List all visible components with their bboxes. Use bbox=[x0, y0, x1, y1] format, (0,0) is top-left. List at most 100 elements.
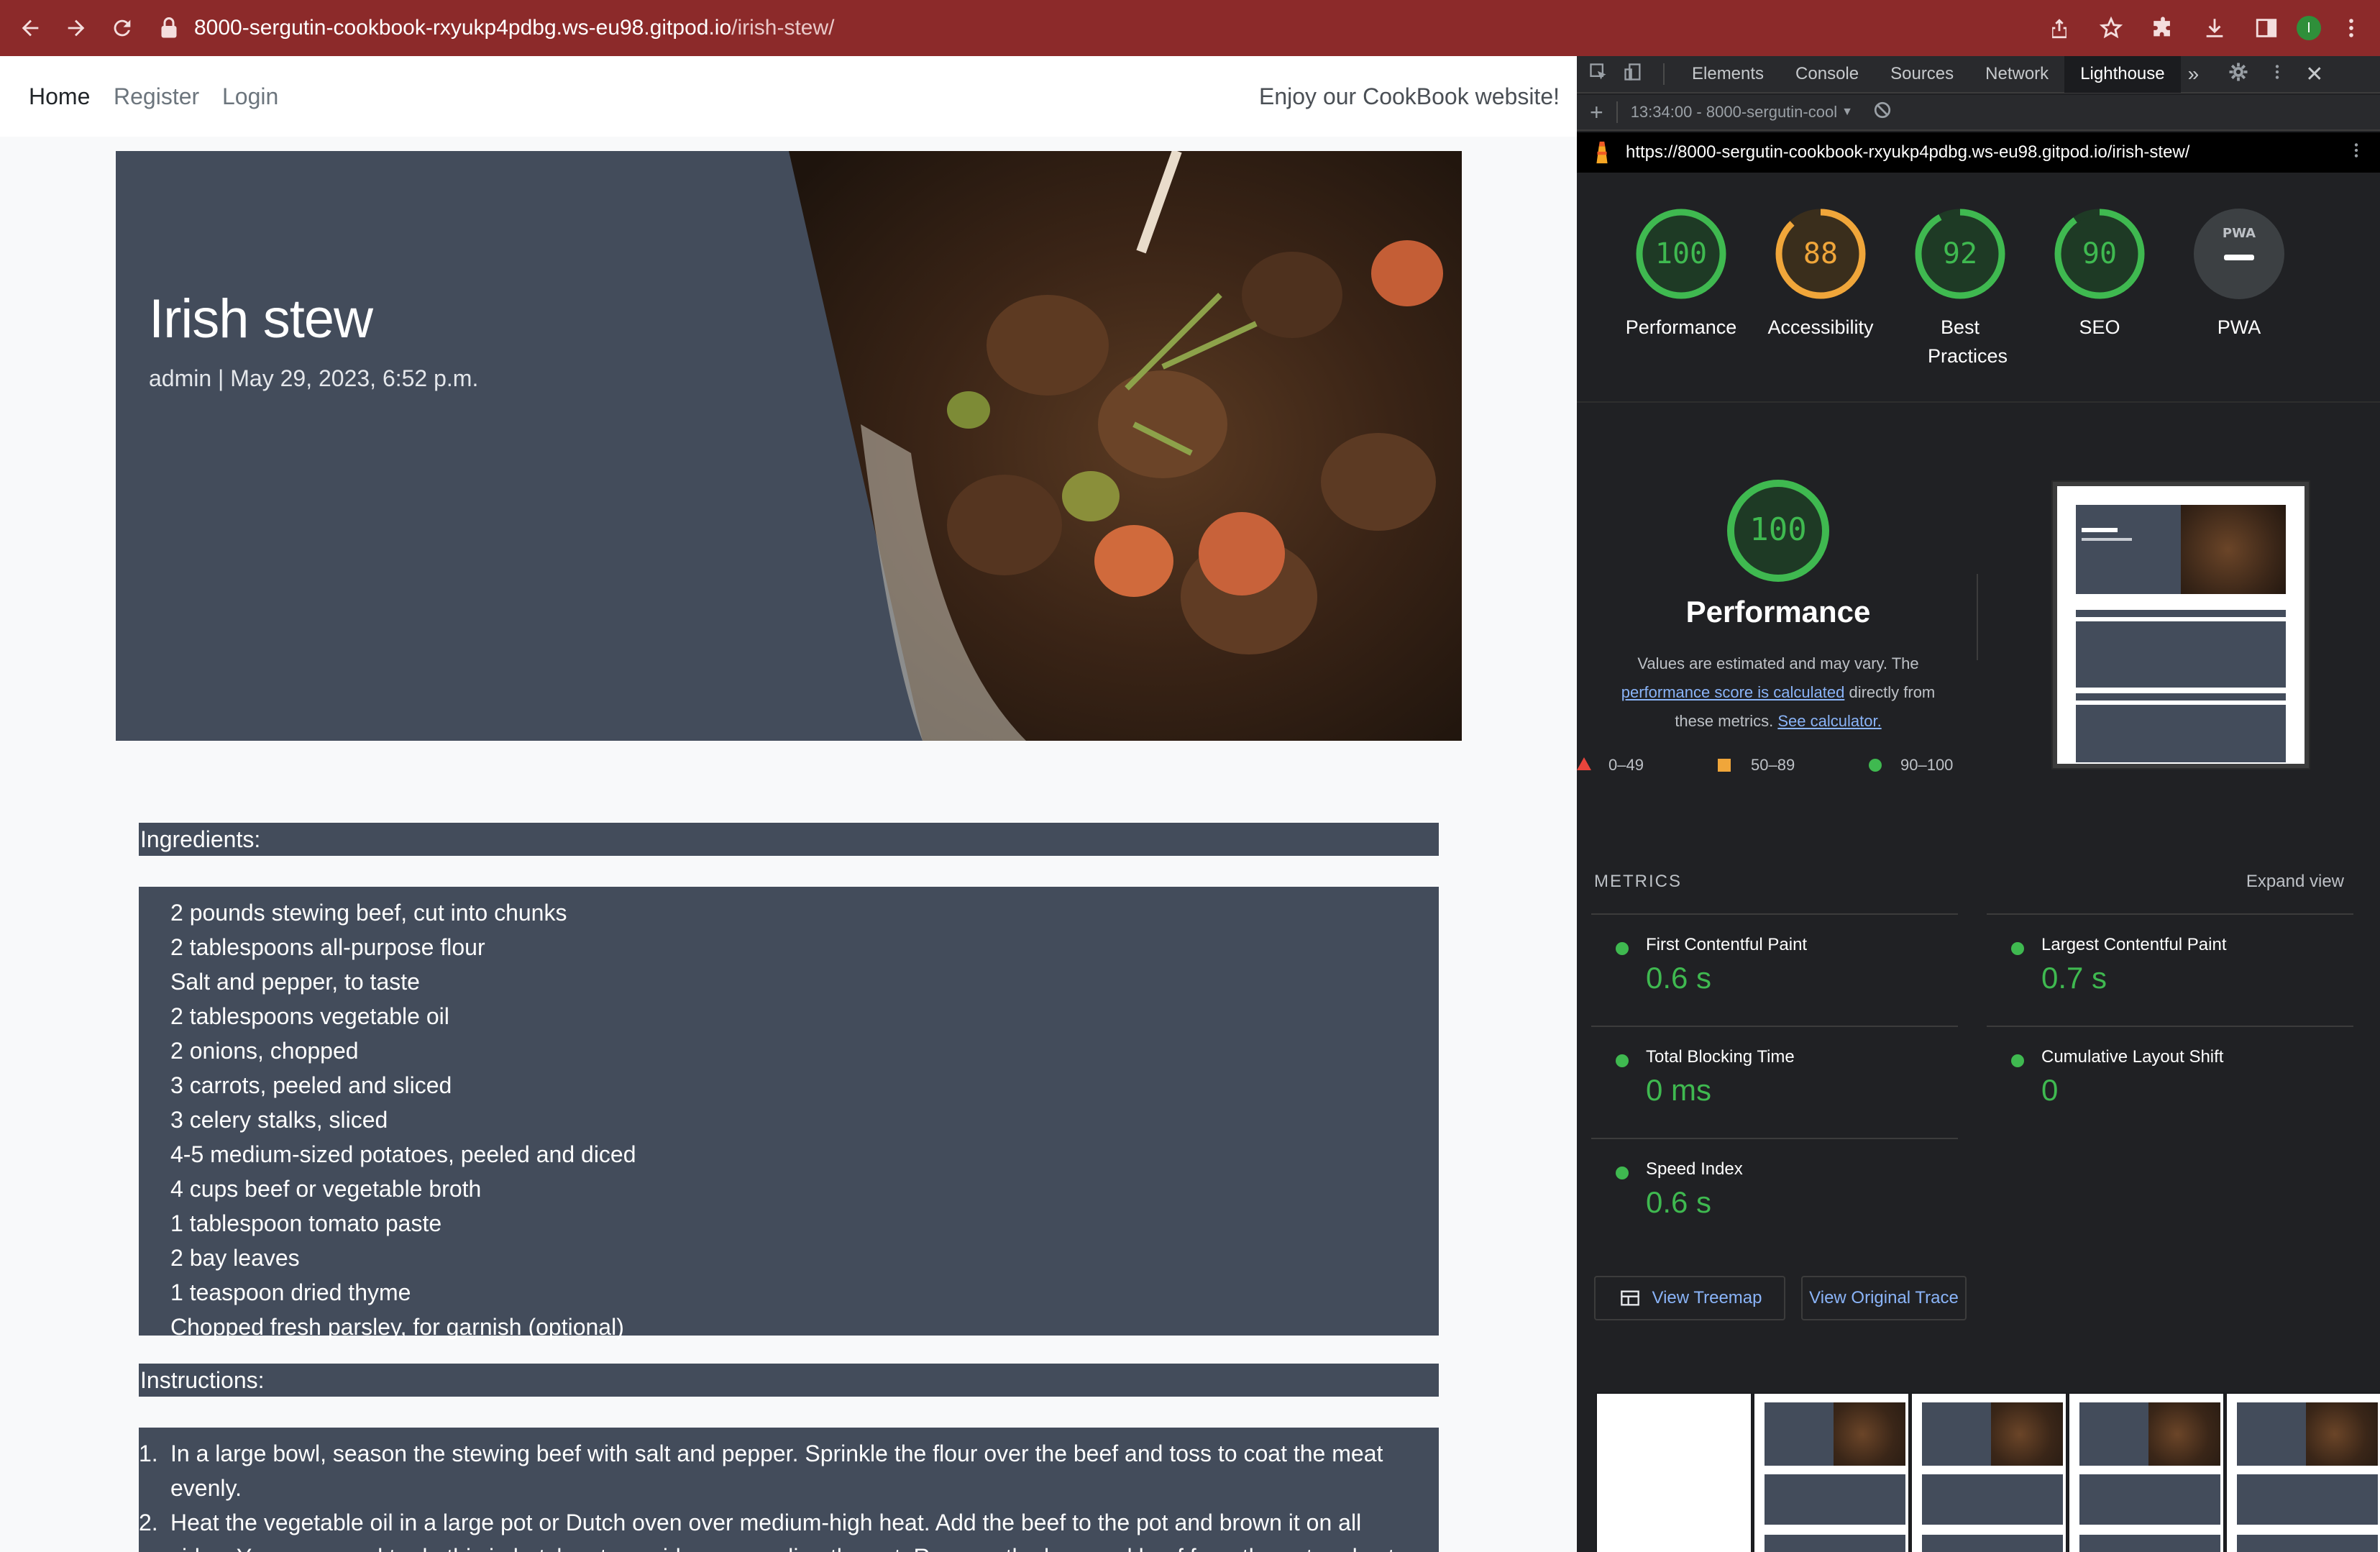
poor-triangle-icon bbox=[1577, 757, 1591, 770]
bookmark-star-icon[interactable] bbox=[2090, 6, 2133, 50]
url-host: 8000-sergutin-cookbook-rxyukp4pdbg.ws-eu… bbox=[194, 16, 732, 40]
step-text-cont: sides. You may need to do this in batche… bbox=[170, 1540, 1424, 1552]
legend-poor: 0–49 bbox=[1608, 756, 1644, 774]
side-panel-icon[interactable] bbox=[2245, 6, 2288, 50]
inspect-element-icon[interactable] bbox=[1588, 62, 1613, 87]
metric-speed-index: Speed Index 0.6 s bbox=[1591, 1138, 1958, 1250]
ingredient-item: 2 onions, chopped bbox=[170, 1038, 359, 1064]
devtools-panel: Elements Console Sources Network Lightho… bbox=[1577, 56, 2380, 1552]
step-number: 2. bbox=[139, 1510, 158, 1535]
nav-register-link[interactable]: Register bbox=[114, 83, 199, 110]
lock-icon bbox=[161, 17, 177, 38]
url-menu-icon[interactable] bbox=[2347, 141, 2366, 165]
tab-network[interactable]: Network bbox=[1969, 56, 2064, 93]
gauge-ring: 100 bbox=[1636, 209, 1726, 299]
perf-score-link[interactable]: performance score is calculated bbox=[1621, 683, 1845, 701]
metric-value: 0 ms bbox=[1646, 1073, 1712, 1107]
more-tabs-icon[interactable]: » bbox=[2188, 63, 2200, 86]
divider bbox=[1616, 101, 1618, 123]
step-text: Heat the vegetable oil in a large pot or… bbox=[170, 1510, 1362, 1535]
ingredient-item: 2 bay leaves bbox=[170, 1245, 300, 1271]
gauge-label: Performance bbox=[1625, 316, 1737, 338]
ingredients-heading: Ingredients: bbox=[139, 823, 1439, 856]
navbar: Home Register Login Enjoy our CookBook w… bbox=[0, 56, 1577, 137]
score-gauge-best-practices[interactable]: 92 Best Practices bbox=[1899, 207, 2021, 370]
ingredients-list: 2 pounds stewing beef, cut into chunks 2… bbox=[139, 887, 1439, 1340]
ingredient-item: 4 cups beef or vegetable broth bbox=[170, 1176, 482, 1202]
metric-name: Speed Index bbox=[1646, 1159, 1743, 1179]
share-icon[interactable] bbox=[2038, 6, 2081, 50]
devtools-menu-icon[interactable] bbox=[2268, 63, 2287, 86]
address-bar[interactable]: 8000-sergutin-cookbook-rxyukp4pdbg.ws-eu… bbox=[160, 6, 2245, 50]
back-icon[interactable] bbox=[9, 6, 52, 50]
score-gauge-seo[interactable]: 90 SEO bbox=[2038, 207, 2161, 342]
forward-icon[interactable] bbox=[55, 6, 98, 50]
lighthouse-toolbar: + 13:34:00 - 8000-sergutin-cool ▼ bbox=[1577, 95, 2380, 131]
metrics-heading: METRICS bbox=[1594, 872, 1682, 891]
new-report-icon[interactable]: + bbox=[1590, 99, 1603, 126]
score-gauge-performance[interactable]: 100 Performance bbox=[1620, 207, 1742, 342]
web-page: Home Register Login Enjoy our CookBook w… bbox=[0, 56, 1577, 1552]
clear-reports-icon[interactable] bbox=[1873, 101, 1892, 124]
divider bbox=[1977, 574, 1978, 660]
view-trace-label: View Original Trace bbox=[1809, 1288, 1959, 1307]
perf-big-score: 100 bbox=[1749, 511, 1806, 548]
step-text-cont: evenly. bbox=[170, 1475, 242, 1501]
instructions-heading: Instructions: bbox=[139, 1364, 1439, 1397]
ingredient-item: 2 pounds stewing beef, cut into chunks bbox=[170, 900, 567, 926]
legend-average: 50–89 bbox=[1751, 756, 1795, 774]
nav-home-link[interactable]: Home bbox=[29, 83, 90, 110]
score-gauge-accessibility[interactable]: 88 Accessibility bbox=[1759, 207, 1882, 342]
performance-big-gauge: 100 bbox=[1724, 477, 1832, 585]
gauge-value: 90 bbox=[2082, 237, 2117, 270]
metric-name: First Contentful Paint bbox=[1646, 935, 1808, 954]
dropdown-icon[interactable]: ▼ bbox=[1841, 106, 1853, 119]
filmstrip-frame bbox=[2225, 1392, 2380, 1552]
gauge-ring: 90 bbox=[2054, 209, 2145, 299]
expand-view-button[interactable]: Expand view bbox=[2246, 872, 2344, 892]
recipe-meta: admin | May 29, 2023, 6:52 p.m. bbox=[149, 365, 479, 391]
good-status-icon bbox=[1616, 1054, 1629, 1067]
perf-desc-text: directly from bbox=[1849, 683, 1936, 701]
divider bbox=[1577, 401, 2380, 403]
device-toolbar-icon[interactable] bbox=[1623, 62, 1652, 87]
nav-login-link[interactable]: Login bbox=[222, 83, 278, 110]
recipe-title: Irish stew bbox=[149, 288, 373, 350]
close-devtools-icon[interactable]: ✕ bbox=[2305, 62, 2323, 87]
profile-avatar[interactable]: I bbox=[2297, 16, 2321, 40]
good-circle-icon bbox=[1869, 759, 1882, 772]
filmstrip-frame bbox=[1753, 1392, 1910, 1552]
report-url: https://8000-sergutin-cookbook-rxyukp4pd… bbox=[1626, 142, 2190, 162]
reload-icon[interactable] bbox=[101, 6, 144, 50]
view-treemap-button[interactable]: View Treemap bbox=[1594, 1276, 1785, 1320]
gauge-label: Accessibility bbox=[1767, 316, 1874, 338]
good-status-icon bbox=[2011, 1054, 2024, 1067]
report-select[interactable]: 13:34:00 - 8000-sergutin-cool bbox=[1631, 103, 1837, 122]
performance-detail: 100 Performance Values are estimated and… bbox=[1577, 477, 1965, 782]
calculator-link[interactable]: See calculator. bbox=[1777, 712, 1881, 730]
filmstrip-frame bbox=[1910, 1392, 2067, 1552]
extensions-icon[interactable] bbox=[2141, 6, 2184, 50]
settings-gear-icon[interactable] bbox=[2228, 61, 2249, 88]
ingredient-item: 1 tablespoon tomato paste bbox=[170, 1210, 442, 1236]
view-trace-button[interactable]: View Original Trace bbox=[1801, 1276, 1967, 1320]
metric-value: 0.6 s bbox=[1646, 961, 1712, 995]
step-text: In a large bowl, season the stewing beef… bbox=[170, 1441, 1383, 1466]
tab-sources[interactable]: Sources bbox=[1875, 56, 1969, 93]
ingredient-item: Chopped fresh parsley, for garnish (opti… bbox=[170, 1314, 624, 1340]
devtools-tabbar: Elements Console Sources Network Lightho… bbox=[1577, 56, 2380, 93]
metric-value: 0.6 s bbox=[1646, 1185, 1712, 1219]
tab-console[interactable]: Console bbox=[1780, 56, 1875, 93]
metric-largest-contentful-paint: Largest Contentful Paint 0.7 s bbox=[1987, 913, 2353, 1026]
gauge-label: Best Practices bbox=[1928, 316, 2008, 367]
tab-elements[interactable]: Elements bbox=[1676, 56, 1780, 93]
menu-dots-icon[interactable] bbox=[2330, 6, 2373, 50]
filmstrip-frame bbox=[2068, 1392, 2225, 1552]
tab-lighthouse[interactable]: Lighthouse bbox=[2064, 56, 2181, 93]
gauge-value: 100 bbox=[1655, 237, 1707, 270]
score-gauge-pwa[interactable]: PWA PWA bbox=[2178, 207, 2300, 342]
ingredient-item: Salt and pepper, to taste bbox=[170, 969, 420, 995]
final-screenshot-thumbnail[interactable] bbox=[2051, 480, 2310, 770]
navbar-tagline: Enjoy our CookBook website! bbox=[1259, 83, 1560, 109]
download-icon[interactable] bbox=[2193, 6, 2236, 50]
